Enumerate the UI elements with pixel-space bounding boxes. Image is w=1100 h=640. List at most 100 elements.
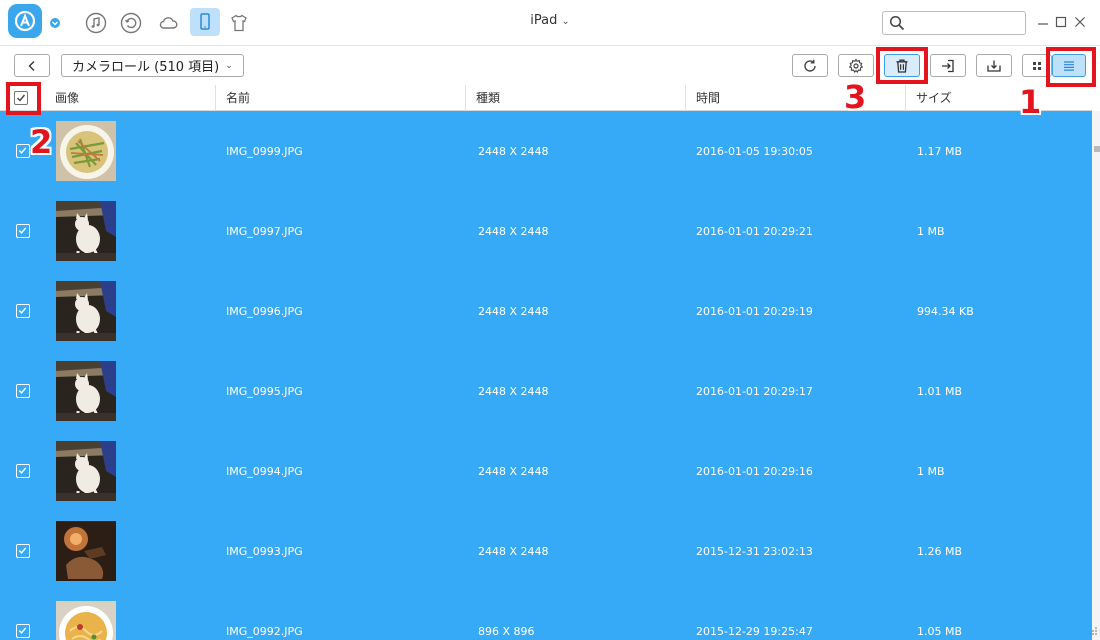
file-time: 2016-01-01 20:29:19: [696, 305, 813, 318]
file-name: IMG_0996.JPG: [226, 305, 303, 318]
file-name: IMG_0995.JPG: [226, 385, 303, 398]
photo-thumbnail[interactable]: [56, 121, 116, 181]
table-row[interactable]: IMG_0996.JPG 2448 X 2448 2016-01-01 20:29:…: [0, 271, 1092, 351]
row-checkbox[interactable]: [16, 544, 30, 558]
import-button[interactable]: [930, 54, 966, 77]
file-dimensions: 2448 X 2448: [478, 145, 549, 158]
photo-thumbnail[interactable]: [56, 601, 116, 640]
back-icon: [28, 60, 35, 71]
minimize-button[interactable]: [1035, 13, 1051, 31]
toolbar: カメラロール (510 項目) ⌄: [0, 47, 1100, 84]
table-row[interactable]: IMG_0995.JPG 2448 X 2448 2016-01-01 20:29:…: [0, 351, 1092, 431]
annotation-step-3: 3: [844, 78, 867, 116]
row-checkbox[interactable]: [16, 304, 30, 318]
file-name: IMG_0992.JPG: [226, 625, 303, 638]
ipad-device-icon[interactable]: [190, 8, 220, 36]
column-header-type[interactable]: 種類: [465, 85, 500, 111]
file-dimensions: 2448 X 2448: [478, 305, 549, 318]
row-checkbox[interactable]: [16, 224, 30, 238]
file-dimensions: 2448 X 2448: [478, 465, 549, 478]
file-name: IMG_0999.JPG: [226, 145, 303, 158]
table-row[interactable]: IMG_0993.JPG 2448 X 2448 2015-12-31 23:02:…: [0, 511, 1092, 591]
table-row[interactable]: IMG_0992.JPG 896 X 896 2015-12-29 19:25:47…: [0, 591, 1092, 640]
file-size: 1.01 MB: [917, 385, 963, 398]
file-size: 1.26 MB: [917, 545, 963, 558]
file-name: IMG_0997.JPG: [226, 225, 303, 238]
settings-icon: [848, 58, 864, 73]
table-header: 画像 名前 種類 時間 サイズ: [0, 85, 1092, 111]
title-bar: iPad ⌄: [0, 0, 1100, 46]
photo-thumbnail[interactable]: [56, 361, 116, 421]
close-button[interactable]: [1072, 13, 1088, 31]
checkmark-icon: [18, 227, 27, 234]
file-size: 1.17 MB: [917, 145, 963, 158]
refresh-icon: [804, 59, 816, 72]
device-selector[interactable]: iPad ⌄: [500, 13, 600, 28]
back-button[interactable]: [14, 54, 50, 77]
music-icon[interactable]: [83, 10, 109, 36]
device-name: iPad: [530, 13, 558, 28]
table-row[interactable]: IMG_0997.JPG 2448 X 2448 2016-01-01 20:29:…: [0, 191, 1092, 271]
refresh-button[interactable]: [792, 54, 828, 77]
file-time: 2016-01-05 19:30:05: [696, 145, 813, 158]
album-label: カメラロール (510 項目): [72, 60, 220, 75]
column-header-name[interactable]: 名前: [215, 85, 250, 111]
file-size: 994.34 KB: [917, 305, 974, 318]
photo-thumbnail[interactable]: [56, 521, 116, 581]
tshirt-icon[interactable]: [226, 10, 252, 36]
file-size: 1 MB: [917, 465, 945, 478]
file-time: 2016-01-01 20:29:17: [696, 385, 813, 398]
app-logo[interactable]: [8, 4, 42, 38]
import-icon: [942, 59, 954, 72]
export-icon: [987, 60, 1001, 72]
file-size: 1.05 MB: [917, 625, 963, 638]
history-icon[interactable]: [118, 10, 144, 36]
row-checkbox[interactable]: [16, 464, 30, 478]
cloud-icon[interactable]: [155, 10, 181, 36]
app-window: iPad ⌄ カメラロール (510 項目) ⌄ 画像 名前 種類 時間 サイズ…: [0, 0, 1100, 640]
file-dimensions: 2448 X 2448: [478, 385, 549, 398]
resize-grip-icon[interactable]: [1088, 626, 1098, 636]
photo-thumbnail[interactable]: [56, 441, 116, 501]
scrollbar-thumb[interactable]: [1094, 146, 1100, 152]
chevron-down-icon: ⌄: [225, 60, 233, 71]
file-name: IMG_0993.JPG: [226, 545, 303, 558]
file-dimensions: 2448 X 2448: [478, 225, 549, 238]
row-checkbox[interactable]: [16, 144, 30, 158]
chevron-down-icon[interactable]: [50, 18, 60, 28]
checkmark-icon: [18, 467, 27, 474]
checkmark-icon: [18, 147, 27, 154]
file-size: 1 MB: [917, 225, 945, 238]
export-button[interactable]: [976, 54, 1012, 77]
settings-button[interactable]: [838, 54, 874, 77]
column-header-size[interactable]: サイズ: [905, 85, 952, 111]
checkmark-icon: [18, 307, 27, 314]
file-time: 2015-12-29 19:25:47: [696, 625, 813, 638]
table-row[interactable]: IMG_0994.JPG 2448 X 2448 2016-01-01 20:29:…: [0, 431, 1092, 511]
annotation-box-delete: [876, 47, 928, 84]
file-time: 2015-12-31 23:02:13: [696, 545, 813, 558]
annotation-box-list-view: [1046, 47, 1096, 87]
photo-thumbnail[interactable]: [56, 201, 116, 261]
row-checkbox[interactable]: [16, 384, 30, 398]
photo-thumbnail[interactable]: [56, 281, 116, 341]
table-row[interactable]: IMG_0999.JPG 2448 X 2448 2016-01-05 19:30:…: [0, 111, 1092, 191]
column-header-time[interactable]: 時間: [685, 85, 720, 111]
annotation-step-1: 1: [1019, 83, 1042, 121]
maximize-button[interactable]: [1053, 13, 1069, 31]
file-name: IMG_0994.JPG: [226, 465, 303, 478]
column-header-image[interactable]: 画像: [45, 85, 79, 111]
search-input[interactable]: [882, 11, 1026, 35]
search-icon: [889, 15, 905, 31]
file-time: 2016-01-01 20:29:16: [696, 465, 813, 478]
annotation-box-select-all: [6, 82, 41, 115]
chevron-down-icon: ⌄: [561, 16, 570, 27]
checkmark-icon: [18, 547, 27, 554]
file-dimensions: 2448 X 2448: [478, 545, 549, 558]
file-time: 2016-01-01 20:29:21: [696, 225, 813, 238]
file-dimensions: 896 X 896: [478, 625, 535, 638]
scrollbar[interactable]: [1092, 111, 1100, 640]
photo-list: IMG_0999.JPG 2448 X 2448 2016-01-05 19:30:…: [0, 111, 1092, 640]
row-checkbox[interactable]: [16, 624, 30, 638]
album-dropdown[interactable]: カメラロール (510 項目) ⌄: [61, 54, 244, 77]
